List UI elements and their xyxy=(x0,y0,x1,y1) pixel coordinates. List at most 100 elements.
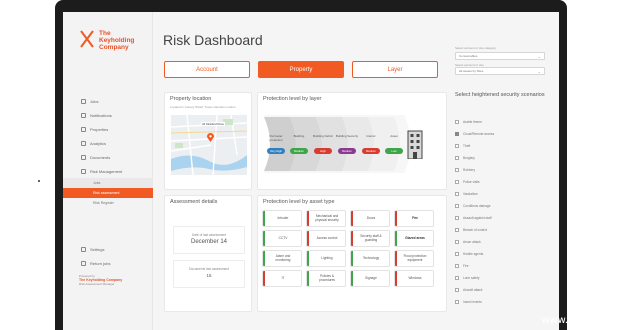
scenario-option[interactable]: Aircraft attack xyxy=(455,284,494,296)
last-assessment-box: Date of last assessment December 14 xyxy=(173,226,245,254)
layer-name: Building Security xyxy=(335,134,359,138)
sidebar-item-return-jobs[interactable]: Return jobs xyxy=(63,256,153,270)
sidebar-item-analytics[interactable]: Analytics xyxy=(63,136,153,150)
checkbox[interactable] xyxy=(455,156,459,160)
category-select[interactable]: Consumables ⌄ xyxy=(455,52,545,60)
scenario-label: Fire xyxy=(463,264,469,268)
asset-cell[interactable]: Doors xyxy=(350,210,390,227)
sidebar-item-properties[interactable]: Properties xyxy=(63,122,153,136)
scenario-label: Vandalism xyxy=(463,192,478,196)
logo[interactable]: The Keyholding Company xyxy=(79,30,134,51)
chart-icon xyxy=(81,140,86,146)
filter-panel: Select account or site category Consumab… xyxy=(449,12,559,330)
checkbox[interactable] xyxy=(455,252,459,256)
scenario-label: Lone safety xyxy=(463,276,480,280)
checkbox[interactable] xyxy=(455,264,459,268)
asset-cell[interactable]: Lighting xyxy=(306,250,346,267)
location-map[interactable]: 44 Stratford Drive xyxy=(171,115,247,175)
scenario-option[interactable]: Burglary xyxy=(455,152,494,164)
asset-cell[interactable]: Intruder xyxy=(262,210,302,227)
asset-cell[interactable]: Windows xyxy=(394,270,434,287)
layer-badge: High xyxy=(314,148,332,154)
scenario-option[interactable]: Vandalism xyxy=(455,188,494,200)
documents-value: 15 xyxy=(206,273,212,278)
checkbox[interactable] xyxy=(455,120,459,124)
asset-cell[interactable]: Fire xyxy=(394,210,434,227)
scenario-label: Assault against staff xyxy=(463,216,492,220)
asset-cell[interactable]: Glazed areas xyxy=(394,230,434,247)
asset-cell[interactable]: CCTV xyxy=(262,230,302,247)
sidebar-item-settings[interactable]: Settings xyxy=(63,242,153,256)
card-title: Protection level by layer xyxy=(263,96,322,102)
scenario-option[interactable]: Theft xyxy=(455,140,494,152)
card-title: Assessment details xyxy=(170,199,218,205)
sidebar-item-label: Analytics xyxy=(90,140,107,146)
checkbox[interactable] xyxy=(455,300,459,304)
sidebar-subitem-risk-register[interactable]: Risk Register xyxy=(63,198,153,208)
last-assessment-value: December 14 xyxy=(190,239,228,245)
scenario-option[interactable]: Breach of control xyxy=(455,224,494,236)
documents-box: Documents last assessment 15 xyxy=(173,260,245,288)
tab-property[interactable]: Property xyxy=(258,61,344,78)
last-assessment-label: Date of last assessment xyxy=(191,233,226,237)
checkbox[interactable] xyxy=(455,144,459,148)
sidebar-subitem-jobs[interactable]: Jobs xyxy=(63,178,153,188)
checkbox[interactable] xyxy=(455,288,459,292)
sidebar-item-jobs[interactable]: Jobs xyxy=(63,94,153,108)
checkbox[interactable] xyxy=(455,204,459,208)
scenario-label: Aircraft attack xyxy=(463,288,483,292)
scenario-option[interactable]: Insect events xyxy=(455,296,494,308)
asset-cell[interactable]: Access control xyxy=(306,230,346,247)
checkbox[interactable] xyxy=(455,180,459,184)
checkbox[interactable] xyxy=(455,228,459,232)
map-pin-label: 44 Stratford Drive xyxy=(201,122,225,126)
site-select[interactable]: All assets by Sites ⌄ xyxy=(455,67,545,75)
asset-cell[interactable]: Alarm and monitoring xyxy=(262,250,302,267)
protection-by-layer-card: Protection level by layer Perimeter prot… xyxy=(257,92,447,190)
user-icon xyxy=(81,98,86,104)
map-pin-icon[interactable] xyxy=(207,129,214,142)
sidebar-item-label: Properties xyxy=(90,126,109,132)
app-screen: The Keyholding Company Jobs Notification… xyxy=(63,12,559,330)
asset-cell[interactable]: Flood protection equipment xyxy=(394,250,434,267)
checkbox[interactable] xyxy=(455,276,459,280)
scenario-option[interactable]: Arson attack xyxy=(455,236,494,248)
scenario-label: Robbery xyxy=(463,168,476,172)
asset-cell[interactable]: Mechanical and physical security xyxy=(306,210,346,227)
sidebar-item-risk-management[interactable]: Risk Management xyxy=(63,164,153,178)
scenario-option[interactable]: Cloud/Remote access xyxy=(455,128,494,140)
asset-cell[interactable]: IT xyxy=(262,270,302,287)
tab-account[interactable]: Account xyxy=(164,61,250,78)
tab-layer[interactable]: Layer xyxy=(352,61,438,78)
sidebar-item-label: Jobs xyxy=(90,98,99,104)
layer-name: Building xyxy=(293,134,305,138)
scenario-label: Conditions damage xyxy=(463,204,491,208)
scenario-option[interactable]: Lone safety xyxy=(455,272,494,284)
asset-cell[interactable]: Technology xyxy=(350,250,390,267)
sidebar-nav: Jobs Notifications Properties Analytics … xyxy=(63,94,153,208)
scenario-option[interactable]: Hostile agents xyxy=(455,248,494,260)
sidebar-item-documents[interactable]: Documents xyxy=(63,150,153,164)
checkbox[interactable] xyxy=(455,216,459,220)
category-select-value: Consumables xyxy=(459,54,478,58)
scenario-option[interactable]: Robbery xyxy=(455,164,494,176)
asset-cell[interactable]: Policies & procedures xyxy=(306,270,346,287)
asset-cell[interactable]: Signage xyxy=(350,270,390,287)
checkbox[interactable] xyxy=(455,132,459,136)
scenario-option[interactable]: Fire xyxy=(455,260,494,272)
sidebar-item-notifications[interactable]: Notifications xyxy=(63,108,153,122)
layer-name: Perimeter protection xyxy=(269,134,283,142)
checkbox[interactable] xyxy=(455,240,459,244)
scenario-option[interactable]: Police visits xyxy=(455,176,494,188)
scenario-option[interactable]: Arable theme xyxy=(455,116,494,128)
watermark: www.fmj.co.uk xyxy=(541,315,614,326)
scenario-option[interactable]: Conditions damage xyxy=(455,200,494,212)
sidebar-subitem-risk-assessment[interactable]: Risk assessment xyxy=(63,188,153,198)
assessment-details-card: Assessment details Date of last assessme… xyxy=(164,195,252,312)
checkbox[interactable] xyxy=(455,168,459,172)
clipboard-icon xyxy=(81,112,86,118)
asset-cell[interactable]: Security staff & guarding xyxy=(350,230,390,247)
checkbox[interactable] xyxy=(455,192,459,196)
scenario-option[interactable]: Assault against staff xyxy=(455,212,494,224)
sidebar-item-label: Notifications xyxy=(90,112,112,118)
